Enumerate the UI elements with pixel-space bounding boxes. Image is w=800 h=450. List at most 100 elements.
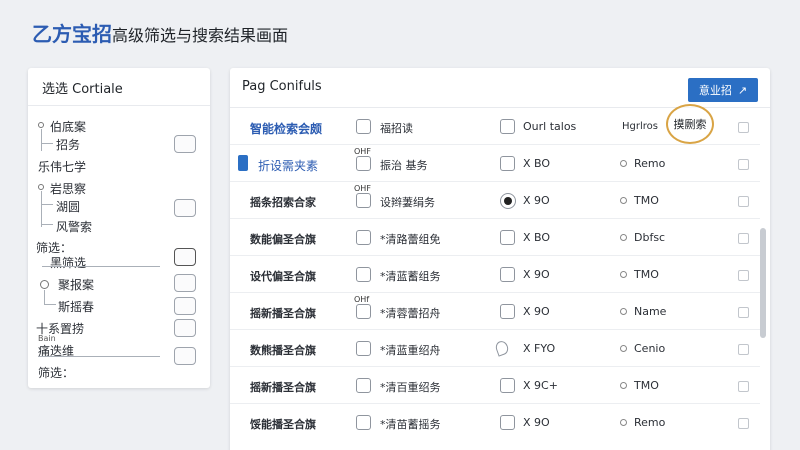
- row-select-checkbox[interactable]: [738, 307, 749, 318]
- status-dot: [620, 197, 627, 204]
- row-select-checkbox[interactable]: [738, 233, 749, 244]
- row-select-checkbox[interactable]: [738, 159, 749, 170]
- row-select-checkbox[interactable]: [738, 381, 749, 392]
- table-row[interactable]: 数熊播圣合旗 *清蓝重绍舟 X FYO Cenio: [230, 330, 760, 367]
- page-subtitle: 高级筛选与搜索结果画面: [112, 26, 289, 45]
- divider: [38, 356, 160, 357]
- filter-item[interactable]: 黑筛选: [50, 254, 86, 271]
- brand-name: 乙方宝招: [32, 22, 112, 46]
- filter-item[interactable]: 斯摇春: [58, 298, 94, 315]
- row-cell: *清苗蓄摇务: [380, 418, 441, 431]
- row-checkbox[interactable]: [500, 304, 515, 319]
- row-cell: X 9O: [523, 305, 550, 318]
- row-select-checkbox[interactable]: [738, 418, 749, 429]
- row-checkbox[interactable]: [500, 156, 515, 171]
- tree-node-icon: [38, 184, 44, 190]
- tree-connector: [44, 304, 56, 305]
- filter-checkbox[interactable]: [174, 199, 196, 217]
- filter-checkbox[interactable]: [174, 135, 196, 153]
- filter-checkbox[interactable]: [174, 274, 196, 292]
- status-dot: [620, 160, 627, 167]
- row-select-checkbox[interactable]: [738, 196, 749, 207]
- row-cell: X FYO: [523, 342, 556, 355]
- filter-item[interactable]: 风警索: [56, 218, 92, 235]
- status-dot: [620, 271, 627, 278]
- row-checkbox[interactable]: [356, 415, 371, 430]
- row-cell: TMO: [634, 194, 659, 207]
- toggle-state: OHF: [354, 147, 371, 156]
- status-dot: [620, 345, 627, 352]
- divider: [42, 266, 160, 267]
- column-checkbox[interactable]: [500, 119, 515, 134]
- row-checkbox[interactable]: [356, 230, 371, 245]
- filter-item[interactable]: 乐伟七学: [38, 158, 86, 175]
- column-header: 智能检索会颇: [250, 122, 323, 136]
- filter-item[interactable]: 岩思察: [50, 180, 86, 197]
- column-checkbox[interactable]: [738, 122, 749, 133]
- row-cell: Dbfsc: [634, 231, 666, 244]
- row-title: 数熊播圣合旗: [250, 344, 316, 357]
- column-header: 福招读: [380, 122, 413, 135]
- table-row[interactable]: 数能偏圣合旗 *清路蕾组免 X BO Dbfsc: [230, 219, 760, 256]
- row-title: 馁能播圣合旗: [250, 418, 316, 431]
- row-checkbox[interactable]: [356, 267, 371, 282]
- row-cell: X BO: [523, 231, 551, 244]
- filter-item[interactable]: 伯底案: [50, 118, 86, 135]
- row-checkbox[interactable]: [356, 193, 371, 208]
- row-cell: 设辫萋绢务: [380, 196, 435, 209]
- row-checkbox[interactable]: [500, 267, 515, 282]
- tree-connector: [41, 204, 53, 205]
- row-cell: Cenio: [634, 342, 666, 355]
- vertical-scrollbar[interactable]: [760, 228, 766, 338]
- row-checkbox[interactable]: [500, 415, 515, 430]
- row-cell: Remo: [634, 416, 666, 429]
- row-select-checkbox[interactable]: [738, 344, 749, 355]
- comment-icon[interactable]: [493, 339, 511, 357]
- row-cell: X 9C+: [523, 379, 558, 392]
- table-row[interactable]: 设代偏圣合旗 *清蓝蓄组务 X 9O TMO: [230, 256, 760, 293]
- filter-checkbox[interactable]: [174, 347, 196, 365]
- row-title: 折设需夹素: [258, 159, 319, 173]
- filter-checkbox[interactable]: [174, 319, 196, 337]
- row-checkbox[interactable]: [356, 156, 371, 171]
- filter-item[interactable]: 招务: [56, 136, 80, 153]
- row-cell: X 9O: [523, 194, 550, 207]
- filter-tree: 伯底案 招务 乐伟七学 岩思察 湖圆 风警索 筛选： 黑筛选 聚报案 斯摇春 十…: [28, 106, 210, 380]
- filter-checkbox[interactable]: [174, 248, 196, 266]
- tree-node-icon: [40, 280, 49, 289]
- row-checkbox[interactable]: [356, 341, 371, 356]
- row-checkbox[interactable]: [500, 230, 515, 245]
- row-cell: *清蓝蓄组务: [380, 270, 441, 283]
- table-row[interactable]: 馁能播圣合旗 *清苗蓄摇务 X 9O Remo: [230, 404, 760, 441]
- filter-item[interactable]: 湖圆: [56, 198, 80, 215]
- filter-checkbox[interactable]: [174, 297, 196, 315]
- table-row[interactable]: 摇条招索合家 OHF 设辫萋绢务 X 9O TMO: [230, 182, 760, 219]
- row-select-checkbox[interactable]: [738, 270, 749, 281]
- tree-connector: [44, 290, 45, 304]
- column-checkbox[interactable]: [356, 119, 371, 134]
- tree-connector: [41, 224, 53, 225]
- table-row[interactable]: 折设需夹素 OHF 振治 基务 X BO Remo: [230, 145, 760, 182]
- column-header: Ourl talos: [523, 120, 577, 133]
- filter-section-label: 筛选：: [38, 366, 75, 380]
- filter-item[interactable]: 聚报案: [58, 276, 94, 293]
- row-cell: *清百重绍务: [380, 381, 441, 394]
- row-checkbox[interactable]: [356, 378, 371, 393]
- bookmark-icon: [238, 155, 248, 171]
- primary-action-button[interactable]: 意业招 ↗: [688, 78, 758, 102]
- table-row[interactable]: 摇新播圣合旗 *清百重绍务 X 9C+ TMO: [230, 367, 760, 404]
- filter-sidebar: 选选 Cortiale 伯底案 招务 乐伟七学 岩思察 湖圆 风警索 筛选： 黑…: [28, 68, 210, 388]
- sidebar-title: 选选 Cortiale: [28, 68, 210, 106]
- row-radio-selected[interactable]: [500, 193, 516, 209]
- tree-node-icon: [38, 122, 44, 128]
- row-checkbox[interactable]: [500, 378, 515, 393]
- tree-connector: [41, 191, 42, 227]
- row-cell: *清蓉蕾招舟: [380, 307, 441, 320]
- table-row[interactable]: 摇新播圣合旗 OHf *清蓉蕾招舟 X 9O Name: [230, 293, 760, 330]
- tree-connector: [41, 129, 42, 151]
- page-title: 乙方宝招高级筛选与搜索结果画面: [32, 18, 288, 47]
- row-checkbox[interactable]: [356, 304, 371, 319]
- row-cell: TMO: [634, 379, 659, 392]
- row-cell: 振治 基务: [380, 159, 428, 172]
- toggle-state: OHF: [354, 184, 371, 193]
